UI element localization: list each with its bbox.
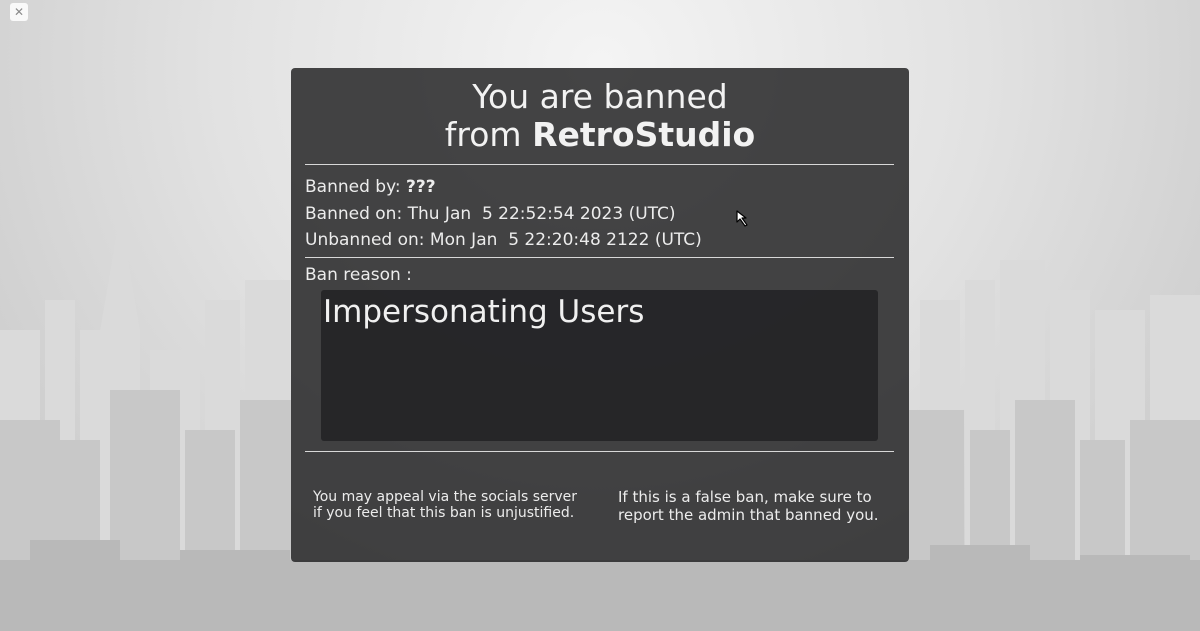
- appeal-note-line-2: if you feel that this ban is unjustified…: [313, 505, 575, 521]
- banned-by-label: Banned by:: [305, 177, 407, 197]
- divider-middle: [305, 257, 894, 258]
- false-ban-note: If this is a false ban, make sure to rep…: [618, 488, 879, 524]
- false-ban-note-line-1: If this is a false ban, make sure to: [618, 488, 872, 506]
- false-ban-note-line-2: report the admin that banned you.: [618, 506, 879, 524]
- ban-title: You are banned from RetroStudio: [291, 78, 909, 154]
- divider-bottom: [305, 451, 894, 452]
- title-line-2: from RetroStudio: [291, 116, 909, 154]
- unbanned-on: Unbanned on: Mon Jan 5 22:20:48 2122 (UT…: [305, 230, 702, 250]
- divider-top: [305, 164, 894, 165]
- ban-panel: You are banned from RetroStudio Banned b…: [291, 68, 909, 562]
- title-prefix: from: [444, 115, 533, 154]
- banned-on: Banned on: Thu Jan 5 22:52:54 2023 (UTC): [305, 204, 676, 224]
- appeal-note: You may appeal via the socials server if…: [313, 489, 577, 521]
- game-name: RetroStudio: [532, 115, 756, 154]
- close-icon: ✕: [13, 5, 25, 19]
- banned-by-value: ???: [406, 177, 436, 197]
- appeal-note-line-1: You may appeal via the socials server: [313, 489, 578, 505]
- title-line-1: You are banned: [472, 77, 728, 116]
- ban-reason-box: Impersonating Users: [321, 290, 878, 441]
- ban-reason-text: Impersonating Users: [323, 294, 645, 330]
- ban-reason-label: Ban reason :: [305, 265, 412, 285]
- mouse-cursor-icon: [736, 210, 748, 227]
- banned-by: Banned by: ???: [305, 177, 436, 197]
- close-button[interactable]: ✕: [10, 3, 28, 21]
